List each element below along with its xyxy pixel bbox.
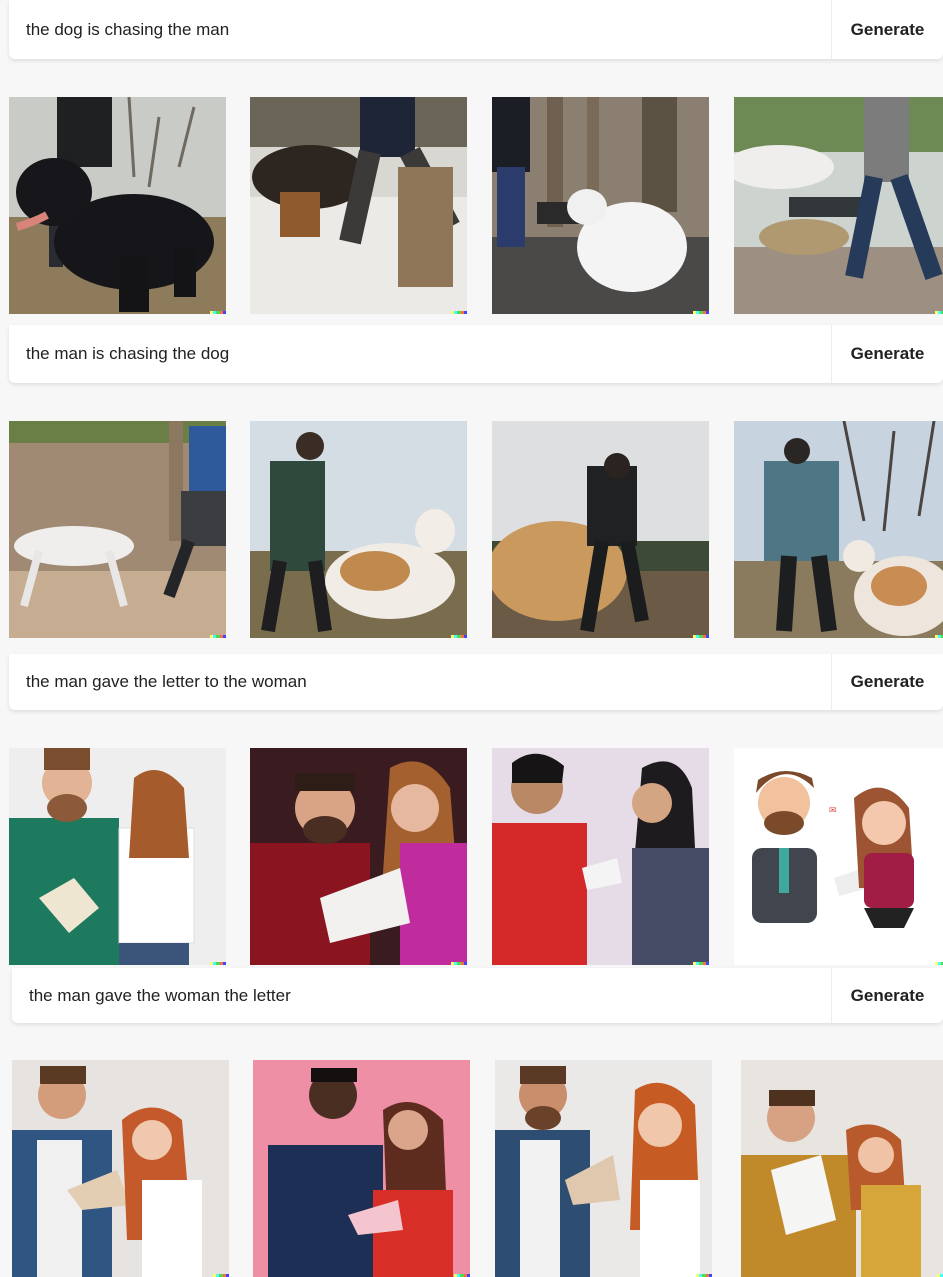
generated-image [741,1060,943,1277]
image-badge [451,635,467,638]
generated-image [734,97,943,314]
image-badge [935,635,943,638]
image-tile[interactable]: ✉ [734,748,943,965]
badge-stripe [705,962,709,965]
generated-image [250,97,467,314]
image-tile[interactable] [492,748,709,965]
badge-stripe [222,311,226,314]
svg-text:✉: ✉ [829,805,837,815]
image-tile[interactable] [492,97,709,314]
badge-stripe [463,311,467,314]
badge-stripe [463,962,467,965]
prompt-input[interactable] [12,968,831,1023]
badge-stripe [222,635,226,638]
image-tile[interactable] [736,1060,943,1277]
image-tile[interactable] [12,1060,229,1277]
generated-image [9,421,226,638]
prompt-input[interactable] [9,0,831,59]
generated-image: ✉ [734,748,943,965]
generated-image [9,97,226,314]
generated-image [253,1060,470,1277]
generate-button[interactable]: Generate [831,0,943,59]
image-badge [210,962,226,965]
image-badge [451,962,467,965]
generated-image [492,421,709,638]
image-tile[interactable] [734,97,943,314]
image-tile[interactable] [492,421,709,638]
badge-stripe [463,635,467,638]
image-tile[interactable] [250,97,467,314]
image-tile[interactable] [9,97,226,314]
image-badge [935,311,943,314]
image-badge [451,311,467,314]
generated-image [492,748,709,965]
image-tile[interactable] [734,421,943,638]
prompt-bar: Generate [9,654,943,710]
prompt-bar: Generate [9,0,943,59]
badge-stripe [705,635,709,638]
generated-image [495,1060,712,1277]
prompt-input[interactable] [9,325,831,383]
generated-image [12,1060,229,1277]
image-tile[interactable] [9,421,226,638]
generated-image [492,97,709,314]
image-badge [210,311,226,314]
badge-stripe [705,311,709,314]
image-tile[interactable] [253,1060,470,1277]
prompt-bar: Generate [12,968,943,1023]
image-tile[interactable] [250,748,467,965]
prompt-input[interactable] [9,654,831,710]
image-badge [210,635,226,638]
image-badge [693,635,709,638]
generated-image [250,748,467,965]
image-tile[interactable] [495,1060,712,1277]
generated-image [250,421,467,638]
image-tile[interactable] [250,421,467,638]
image-badge [935,962,943,965]
generated-image [9,748,226,965]
image-badge [693,962,709,965]
generate-button[interactable]: Generate [831,968,943,1023]
image-badge [693,311,709,314]
badge-stripe [222,962,226,965]
prompt-bar: Generate [9,325,943,383]
generate-button[interactable]: Generate [831,654,943,710]
image-tile[interactable] [9,748,226,965]
generated-image [734,421,943,638]
generate-button[interactable]: Generate [831,325,943,383]
